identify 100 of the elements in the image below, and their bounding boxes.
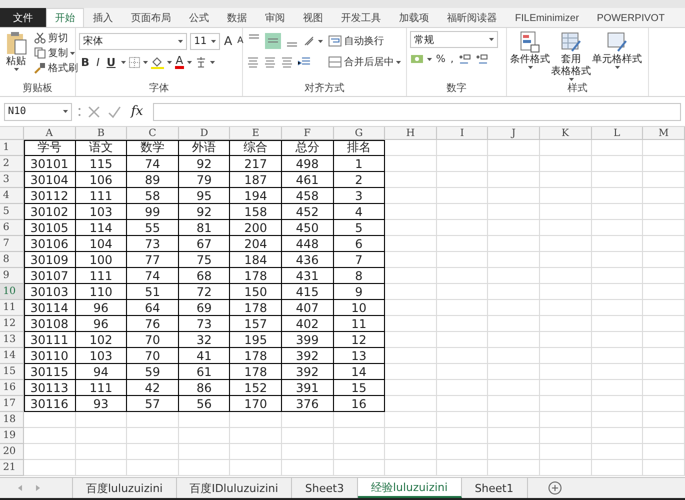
row-header[interactable]: 15 [0, 364, 24, 380]
sheet-tab[interactable]: 百度IDluluzuizini [176, 478, 292, 498]
column-header[interactable]: E [230, 127, 282, 140]
insert-function-button[interactable]: fx [127, 104, 148, 119]
italic-button[interactable]: I [94, 56, 102, 68]
column-header[interactable]: C [127, 127, 179, 140]
align-icon[interactable] [265, 33, 281, 49]
column-header[interactable]: M [643, 127, 685, 140]
sheet-tab[interactable]: Sheet1 [462, 478, 528, 498]
column-header[interactable]: A [24, 127, 76, 140]
cell-style-button[interactable]: 单元格样式 [592, 31, 642, 82]
ribbon-tab[interactable]: 福昕阅读器 [438, 8, 506, 27]
row-header[interactable]: 10 [0, 284, 24, 300]
ribbon-tab[interactable]: 开发工具 [332, 8, 390, 27]
row-header[interactable]: 3 [0, 172, 24, 188]
ribbon-tab[interactable]: 开始 [46, 8, 84, 27]
merge-center-button[interactable]: 合并后居中 [327, 52, 402, 72]
ribbon-tab[interactable]: 视图 [294, 8, 332, 27]
fill-bucket-icon[interactable] [150, 56, 164, 68]
row-header[interactable]: 18 [0, 412, 24, 428]
column-header[interactable]: F [282, 127, 334, 140]
sheet-tab[interactable]: 百度luluzuizini [73, 478, 177, 498]
ribbon-tab[interactable]: 插入 [84, 8, 122, 27]
caret-icon[interactable] [427, 58, 432, 60]
row-header[interactable]: 19 [0, 428, 24, 444]
column-header[interactable]: J [488, 127, 540, 140]
number-format-field[interactable]: 常规 [410, 31, 498, 48]
underline-button[interactable]: U [104, 56, 118, 68]
orientation-icon[interactable] [303, 35, 315, 47]
column-header[interactable]: H [385, 127, 437, 140]
name-box[interactable]: N10 [4, 102, 72, 120]
column-header[interactable]: D [178, 127, 230, 140]
font-size-field[interactable]: 11 [190, 32, 220, 50]
percent-button[interactable]: % [435, 54, 447, 64]
font-color-button[interactable]: A [174, 56, 184, 68]
row-header[interactable]: 5 [0, 204, 24, 220]
caret-icon[interactable] [489, 38, 494, 41]
row-header[interactable]: 16 [0, 380, 24, 396]
caret-icon[interactable] [614, 66, 620, 69]
ribbon-tab[interactable]: 审阅 [256, 8, 294, 27]
ribbon-tab[interactable]: 数据 [218, 8, 256, 27]
increase-decimal-icon[interactable] [458, 53, 472, 65]
caret-icon[interactable] [166, 60, 172, 64]
caret-icon[interactable] [211, 40, 216, 42]
caret-icon[interactable] [178, 40, 183, 42]
align-icon[interactable] [263, 56, 277, 68]
row-header[interactable]: 14 [0, 348, 24, 364]
ribbon-tab[interactable]: 加载项 [390, 8, 438, 27]
caret-icon[interactable] [142, 60, 148, 64]
conditional-format-button[interactable]: 条件格式 [510, 31, 550, 82]
row-header[interactable]: 11 [0, 300, 24, 316]
column-header[interactable]: L [592, 127, 644, 140]
grow-font-button[interactable]: A [223, 34, 234, 48]
comma-button[interactable]: , [450, 54, 455, 64]
caret-icon[interactable] [568, 78, 574, 81]
column-header[interactable]: K [540, 127, 592, 140]
row-header[interactable]: 6 [0, 220, 24, 236]
caret-icon[interactable] [210, 60, 216, 64]
decrease-decimal-icon[interactable] [474, 53, 489, 65]
add-sheet-icon[interactable] [548, 481, 562, 495]
file-menu[interactable]: 文件 [0, 8, 46, 27]
ribbon-tab[interactable]: POWERPIVOT [588, 8, 674, 27]
caret-icon[interactable] [63, 110, 68, 113]
ribbon-tab[interactable]: 公式 [180, 8, 218, 27]
table-format-button[interactable]: 套用 表格格式 [551, 31, 591, 82]
caret-icon[interactable] [70, 52, 75, 54]
row-header[interactable]: 20 [0, 444, 24, 460]
caret-icon[interactable] [187, 60, 192, 64]
row-header[interactable]: 4 [0, 188, 24, 204]
formula-input[interactable] [153, 102, 681, 120]
font-field[interactable]: 宋体 [79, 32, 187, 50]
align-icon[interactable] [246, 56, 260, 68]
phonetic-icon[interactable] [195, 56, 208, 68]
row-header[interactable]: 9 [0, 268, 24, 284]
bold-button[interactable]: B [79, 56, 92, 68]
row-header[interactable]: 2 [0, 156, 24, 172]
row-header[interactable]: 7 [0, 236, 24, 252]
caret-icon[interactable] [396, 60, 401, 64]
row-header[interactable]: 12 [0, 316, 24, 332]
row-header[interactable]: 13 [0, 332, 24, 348]
wrap-text-button[interactable]: 自动换行 [327, 31, 402, 51]
row-header[interactable]: 21 [0, 460, 24, 476]
column-header[interactable]: B [76, 127, 128, 140]
ribbon-button[interactable]: 复制 [33, 46, 79, 60]
paste-button[interactable]: 粘贴 [3, 31, 29, 82]
caret-icon[interactable] [528, 66, 532, 69]
row-header[interactable]: 1 [0, 140, 24, 156]
row-header[interactable]: 8 [0, 252, 24, 268]
caret-icon[interactable] [318, 40, 323, 42]
column-header[interactable]: G [334, 127, 386, 140]
row-header[interactable]: 17 [0, 396, 24, 412]
column-header[interactable]: I [436, 127, 488, 140]
shrink-font-button[interactable]: A [236, 36, 244, 46]
indent-icon[interactable] [297, 56, 311, 68]
ribbon-tab[interactable]: FILEminimizer [506, 8, 588, 27]
check-icon[interactable] [107, 104, 121, 118]
ribbon-button[interactable]: 格式刷 [33, 61, 79, 75]
caret-icon[interactable] [120, 60, 126, 64]
sheet-tab[interactable]: 经验luluzuizini [358, 478, 462, 498]
border-icon[interactable] [128, 56, 140, 68]
